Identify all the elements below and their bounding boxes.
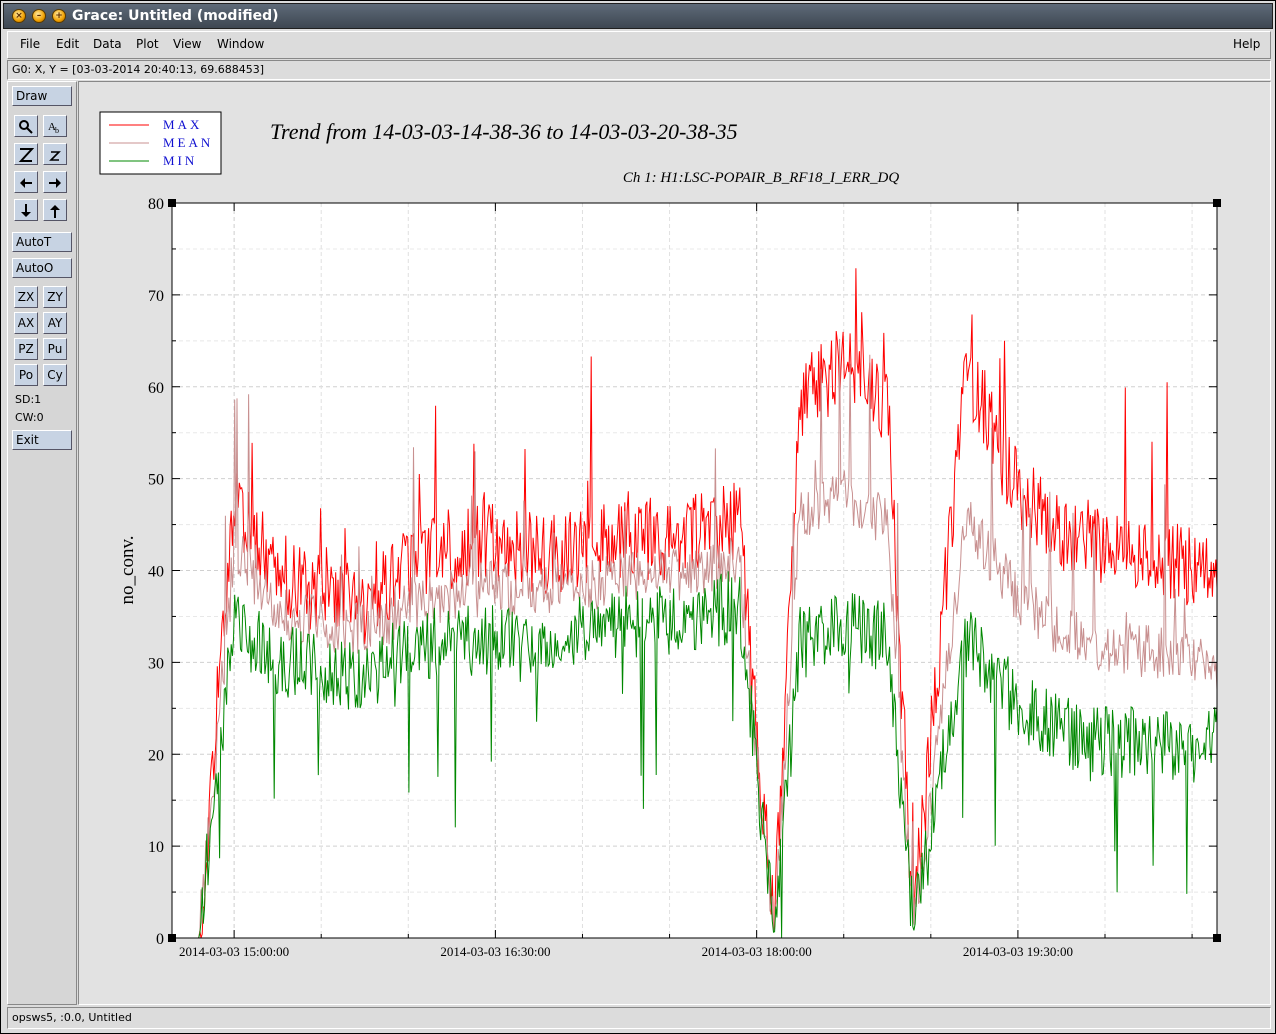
y-tick-label: 20	[148, 747, 164, 764]
x-tick-label: 2014-03-03 19:30:00	[963, 944, 1073, 959]
plot-area[interactable]: 0 10 20 30 40 50 60 70 80 2014-03-03 15:00:00 2014…	[148, 196, 1221, 959]
zoom-icon	[19, 120, 33, 134]
menu-data[interactable]: Data	[93, 37, 122, 51]
text-icon: Ab	[48, 121, 59, 135]
up-arrow-icon	[50, 205, 60, 218]
status-bar: opsws5, :0.0, Untitled	[7, 1007, 1271, 1029]
menu-file[interactable]: File	[20, 37, 40, 51]
legend[interactable]: MAX MEAN MIN	[99, 111, 222, 175]
chart-subtitle: Ch 1: H1:LSC-POPAIR_B_RF18_I_ERR_DQ	[623, 170, 900, 186]
maximize-icon[interactable]: +	[52, 9, 66, 23]
close-icon[interactable]: ×	[12, 9, 26, 23]
y-tick-label: 50	[148, 472, 164, 489]
current-world-label: CW:0	[15, 411, 44, 424]
y-tick-label: 70	[148, 288, 164, 305]
scroll-right-button[interactable]	[43, 171, 67, 193]
pz-button[interactable]: PZ	[14, 338, 38, 360]
y-tick-label: 40	[148, 564, 164, 581]
drawing-area[interactable]: MAX MEAN MIN Trend from 14-03-03-14-38-3…	[78, 81, 1271, 1005]
zx-button[interactable]: ZX	[14, 286, 38, 308]
y-tick-label: 80	[148, 196, 164, 213]
zoom-out-icon	[49, 151, 61, 161]
po-button[interactable]: Po	[14, 364, 38, 386]
grace-window: × – + Grace: Untitled (modified) File Ed…	[0, 0, 1276, 1034]
window-title: Grace: Untitled (modified)	[72, 8, 279, 24]
scroll-down-button[interactable]	[14, 199, 38, 221]
scroll-up-button[interactable]	[43, 199, 67, 221]
y-tick-label: 60	[148, 380, 164, 397]
left-arrow-icon	[20, 178, 32, 188]
text-button[interactable]: Ab	[43, 115, 67, 137]
menu-window[interactable]: Window	[217, 37, 264, 51]
legend-label-mean: MEAN	[163, 135, 213, 150]
locator-bar: G0: X, Y = [03-03-2014 20:40:13, 69.6884…	[7, 60, 1271, 80]
legend-label-min: MIN	[163, 153, 197, 168]
menu-plot[interactable]: Plot	[136, 37, 159, 51]
menu-edit[interactable]: Edit	[56, 37, 79, 51]
x-tick-label: 2014-03-03 16:30:00	[440, 944, 550, 959]
zoom-button[interactable]	[14, 115, 38, 137]
exit-button[interactable]: Exit	[12, 430, 72, 450]
cy-button[interactable]: Cy	[43, 364, 67, 386]
locator-text: G0: X, Y = [03-03-2014 20:40:13, 69.6884…	[12, 63, 265, 76]
legend-label-max: MAX	[163, 117, 202, 132]
ay-button[interactable]: AY	[43, 312, 67, 334]
zoom-out-button[interactable]	[43, 143, 67, 165]
ax-button[interactable]: AX	[14, 312, 38, 334]
pu-button[interactable]: Pu	[43, 338, 67, 360]
zy-button[interactable]: ZY	[43, 286, 67, 308]
down-arrow-icon	[21, 204, 31, 217]
y-tick-label: 10	[148, 839, 164, 856]
y-tick-label: 0	[156, 931, 164, 948]
title-bar[interactable]: × – + Grace: Untitled (modified)	[3, 3, 1273, 29]
zoom-in-icon	[18, 148, 34, 162]
status-text: opsws5, :0.0, Untitled	[12, 1011, 132, 1024]
autoo-button[interactable]: AutoO	[12, 258, 72, 278]
y-tick-label: 30	[148, 655, 164, 672]
y-axis-label: no_conv.	[117, 536, 138, 605]
menu-help[interactable]: Help	[1233, 37, 1260, 51]
zoom-in-button[interactable]	[14, 143, 38, 165]
stack-depth-label: SD:1	[15, 393, 42, 406]
menu-view[interactable]: View	[173, 37, 201, 51]
menu-bar: File Edit Data Plot View Window Help	[7, 31, 1271, 59]
chart-title: Trend from 14-03-03-14-38-36 to 14-03-03…	[270, 119, 738, 144]
draw-button[interactable]: Draw	[12, 86, 72, 106]
scroll-left-button[interactable]	[14, 171, 38, 193]
autot-button[interactable]: AutoT	[12, 232, 72, 252]
x-tick-label: 2014-03-03 15:00:00	[179, 944, 289, 959]
right-arrow-icon	[49, 178, 61, 188]
minimize-icon[interactable]: –	[32, 9, 46, 23]
tool-panel: Draw Ab AutoT AutoO ZX ZY AX AY PZ Pu Po…	[7, 81, 77, 1005]
x-tick-label: 2014-03-03 18:00:00	[702, 944, 812, 959]
svg-text:b: b	[55, 126, 59, 135]
chart[interactable]: MAX MEAN MIN Trend from 14-03-03-14-38-3…	[79, 82, 1270, 1004]
